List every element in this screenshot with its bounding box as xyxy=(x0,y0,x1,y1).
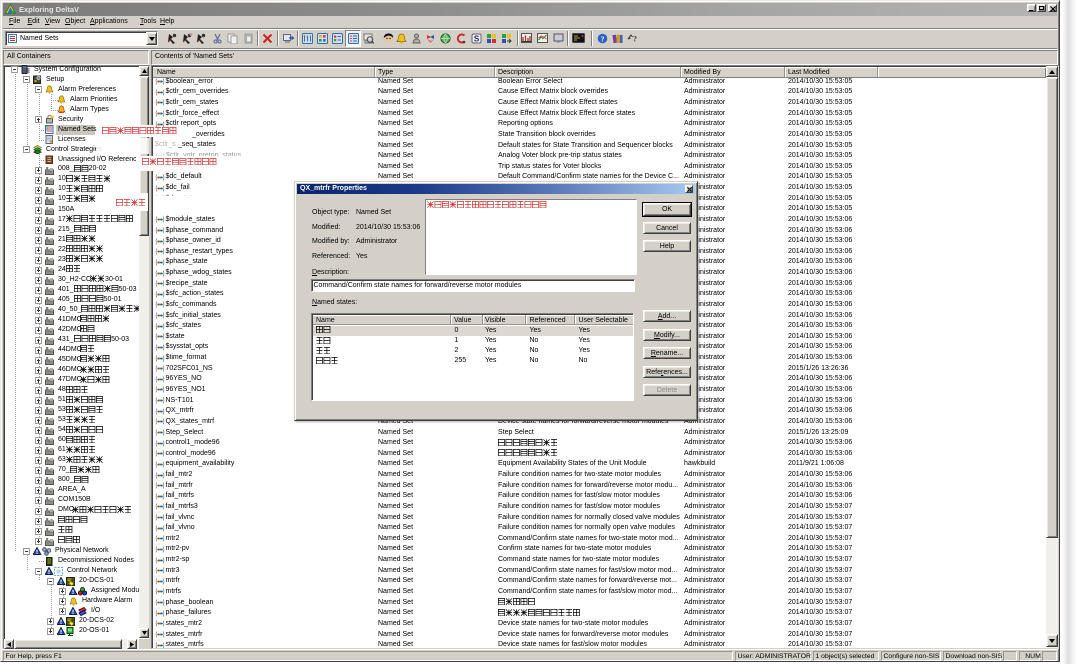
svg-text:S: S xyxy=(474,35,480,44)
svg-text:?: ? xyxy=(601,34,605,43)
svg-text:?: ? xyxy=(633,35,637,44)
